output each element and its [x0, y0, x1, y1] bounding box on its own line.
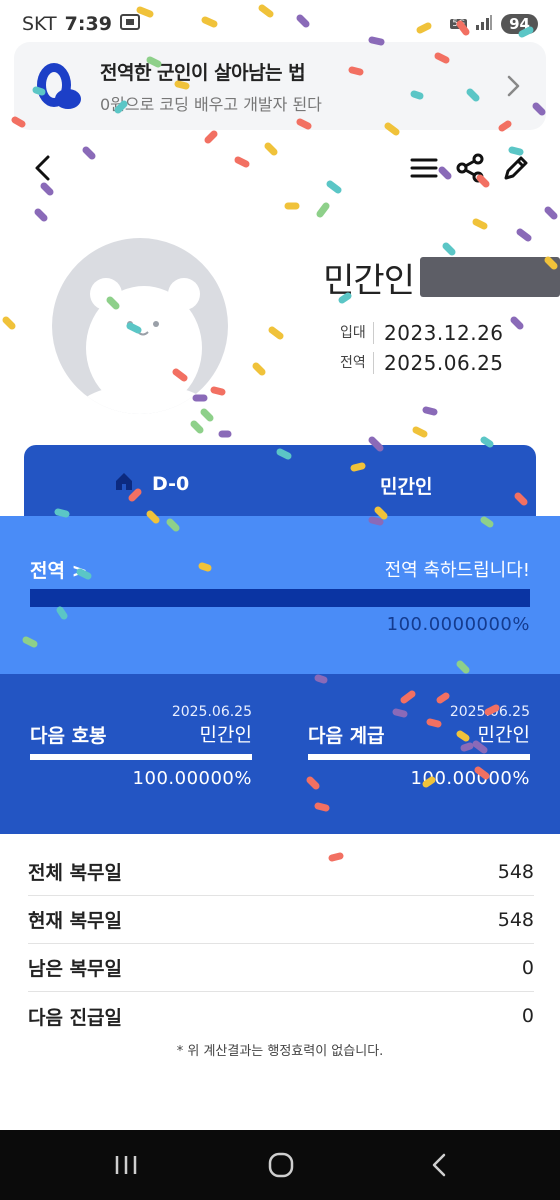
battery-indicator: 94: [501, 14, 538, 34]
discharge-row: 전역 2025.06.25: [340, 348, 504, 378]
stat-row: 전체 복무일 548: [28, 848, 534, 896]
ad-title: 전역한 군인이 살아남는 법: [100, 61, 306, 84]
next-rank-value: 민간인: [477, 724, 530, 746]
share-icon[interactable]: [454, 152, 486, 184]
discharge-progress-fill: [30, 589, 530, 607]
stat-row: 다음 진급일 0: [28, 992, 534, 1040]
signal-icon: [475, 13, 493, 35]
menu-icon[interactable]: [408, 152, 440, 184]
next-promotion-section: 다음 호봉 2025.06.25 민간인 100.00000% 다음 계급 20…: [0, 674, 560, 834]
stat-value: 0: [521, 956, 534, 979]
next-rank-date: 2025.06.25: [449, 704, 530, 720]
discharge-progress-percent: 100.0000000%: [386, 614, 530, 635]
enlist-label: 입대: [340, 322, 374, 344]
discharge-progress-link[interactable]: 전역 >: [30, 556, 88, 583]
status-left: SKT 7:39: [22, 13, 140, 36]
ad-subtitle: 0원으로 코딩 배우고 개발자 된다: [100, 94, 322, 114]
carrier-label: SKT: [22, 13, 57, 35]
dday-left: D-0: [114, 471, 189, 496]
dday-card[interactable]: D-0 민간인: [24, 445, 536, 521]
stat-label: 남은 복무일: [28, 958, 123, 980]
stat-label: 현재 복무일: [28, 910, 123, 932]
stat-row: 현재 복무일 548: [28, 896, 534, 944]
next-pay-rank: 민간인: [199, 724, 252, 746]
ad-logo: [32, 59, 86, 113]
dday-status: 민간인: [380, 476, 433, 498]
next-rank-bar: [308, 754, 530, 760]
service-stats-list: 전체 복무일 548 현재 복무일 548 남은 복무일 0 다음 진급일 0: [28, 848, 534, 1040]
discharge-date: 2025.06.25: [384, 351, 504, 375]
enlist-row: 입대 2023.12.26: [340, 318, 504, 348]
congrats-message: 전역 축하드립니다!: [384, 560, 530, 581]
discharge-progress-section: 전역 > 전역 축하드립니다! 100.0000000%: [0, 516, 560, 676]
service-dates: 입대 2023.12.26 전역 2025.06.25: [340, 318, 504, 378]
profile-name-row: 민간인: [323, 254, 560, 301]
stat-value: 0: [521, 1005, 534, 1027]
next-pay-column: 다음 호봉 2025.06.25 민간인 100.00000%: [30, 674, 252, 834]
redacted-name: [420, 257, 560, 297]
next-pay-date: 2025.06.25: [171, 704, 252, 720]
discharge-progress-bar: [30, 589, 530, 607]
next-rank-label: 다음 계급: [308, 725, 385, 747]
stat-row: 남은 복무일 0: [28, 944, 534, 992]
home-icon[interactable]: [266, 1150, 296, 1180]
stat-label: 전체 복무일: [28, 862, 123, 884]
avatar[interactable]: [52, 238, 228, 414]
enlist-date: 2023.12.26: [384, 321, 504, 345]
edit-icon[interactable]: [500, 152, 532, 184]
back-nav-icon[interactable]: [425, 1150, 455, 1180]
next-pay-bar: [30, 754, 252, 760]
ad-banner[interactable]: 전역한 군인이 살아남는 법 0원으로 코딩 배우고 개발자 된다: [14, 42, 546, 130]
next-rank-column: 다음 계급 2025.06.25 민간인 100.00000%: [308, 674, 530, 834]
system-nav-bar: [0, 1130, 560, 1200]
bear-avatar-icon: [74, 278, 214, 414]
stat-value: 548: [497, 860, 534, 883]
next-pay-label: 다음 호봉: [30, 725, 107, 747]
status-right: 5G 94: [450, 13, 538, 35]
network-type: 5G: [450, 19, 468, 29]
ad-texts: 전역한 군인이 살아남는 법 0원으로 코딩 배우고 개발자 된다: [100, 58, 498, 115]
recent-apps-icon[interactable]: [111, 1150, 141, 1180]
profile-name: 민간인: [323, 260, 415, 301]
back-icon[interactable]: [28, 152, 60, 184]
dday-label: D-0: [152, 472, 190, 495]
status-bar: SKT 7:39 5G 94: [0, 0, 560, 48]
screenshot-icon: [119, 13, 140, 36]
next-pay-bar-fill: [30, 754, 252, 760]
home-badge-icon: [114, 471, 134, 496]
stat-label: 다음 진급일: [28, 1006, 123, 1029]
top-toolbar: [0, 140, 560, 196]
chevron-right-icon[interactable]: [498, 71, 528, 101]
discharge-label: 전역: [340, 352, 374, 374]
next-pay-percent: 100.00000%: [132, 768, 252, 789]
stat-value: 548: [497, 908, 534, 931]
next-rank-percent: 100.00000%: [410, 768, 530, 789]
next-rank-bar-fill: [308, 754, 530, 760]
clock: 7:39: [64, 13, 112, 35]
disclaimer: * 위 계산결과는 행정효력이 없습니다.: [176, 1044, 384, 1059]
